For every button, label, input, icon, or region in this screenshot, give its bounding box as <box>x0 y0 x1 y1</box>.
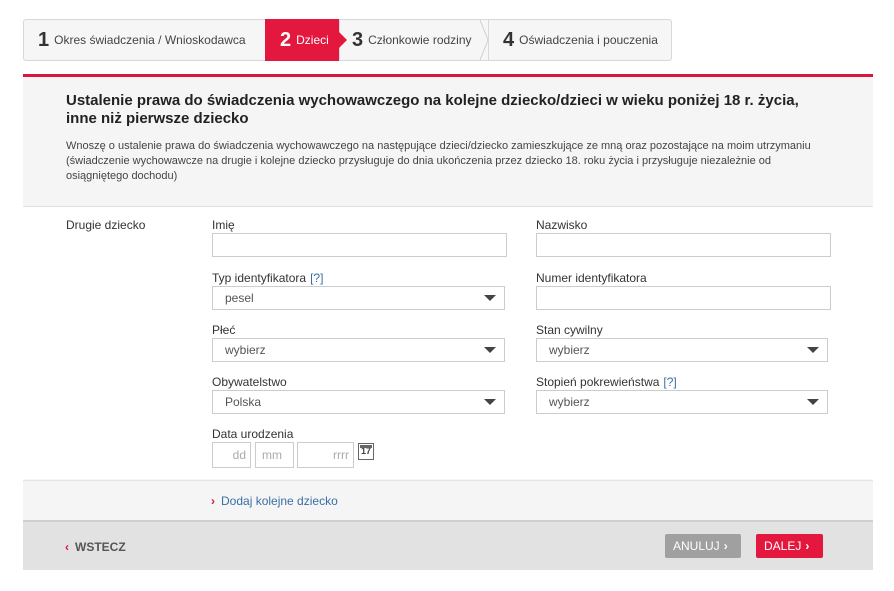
footer-bar: ‹ WSTECZ ANULUJ › DALEJ › <box>23 520 873 570</box>
step-2-active[interactable]: 2 Dzieci <box>265 19 347 61</box>
add-child-link[interactable]: › Dodaj kolejne dziecko <box>211 494 338 508</box>
relation-label: Stopień pokrewieństwa [?] <box>536 375 677 389</box>
relation-help-link[interactable]: [?] <box>663 375 676 389</box>
back-button[interactable]: ‹ WSTECZ <box>65 540 126 554</box>
step-label: Okres świadczenia / Wnioskodawca <box>54 33 246 47</box>
birth-year-input[interactable]: rrrr <box>297 442 354 468</box>
citizenship-value: Polska <box>225 395 262 409</box>
dropdown-arrow-icon <box>480 287 504 309</box>
page-description: Wnoszę o ustalenie prawa do świadczenia … <box>66 140 811 182</box>
calendar-icon[interactable]: 17 <box>358 443 374 460</box>
last-name-input[interactable] <box>536 233 831 257</box>
dropdown-arrow-icon <box>803 391 827 413</box>
wizard-steps: 1 Okres świadczenia / Wnioskodawca 2 Dzi… <box>23 19 672 63</box>
id-type-label: Typ identyfikatora [?] <box>212 271 323 285</box>
step-label: Członkowie rodziny <box>368 33 472 47</box>
main-panel: Ustalenie prawa do świadczenia wychowawc… <box>23 77 873 570</box>
step-number: 4 <box>503 28 515 51</box>
section-header: Ustalenie prawa do świadczenia wychowawc… <box>23 77 873 207</box>
step-number: 1 <box>38 28 50 51</box>
id-type-select[interactable]: pesel <box>212 286 505 310</box>
step-1[interactable]: 1 Okres świadczenia / Wnioskodawca <box>23 19 265 61</box>
citizenship-select[interactable]: Polska <box>212 390 505 414</box>
sex-value: wybierz <box>225 343 266 357</box>
id-type-label-text: Typ identyfikatora <box>212 271 307 285</box>
cancel-label: ANULUJ <box>673 539 720 553</box>
next-button[interactable]: DALEJ › <box>756 534 823 558</box>
last-name-label: Nazwisko <box>536 218 588 232</box>
first-name-input[interactable] <box>212 233 507 257</box>
id-number-label: Numer identyfikatora <box>536 271 647 285</box>
add-child-row: › Dodaj kolejne dziecko <box>23 480 873 521</box>
dropdown-arrow-icon <box>803 339 827 361</box>
sex-label: Płeć <box>212 323 236 337</box>
child-form: Drugie dziecko Imię Nazwisko Typ identyf… <box>23 207 873 479</box>
step-label: Oświadczenia i pouczenia <box>519 33 658 47</box>
step-label: Dzieci <box>296 33 329 47</box>
chevron-left-icon: ‹ <box>65 540 69 554</box>
chevron-right-icon: › <box>211 494 215 508</box>
marital-select[interactable]: wybierz <box>536 338 828 362</box>
marital-value: wybierz <box>549 343 590 357</box>
birth-month-input[interactable]: mm <box>255 442 294 468</box>
back-label: WSTECZ <box>75 540 126 554</box>
id-type-value: pesel <box>225 291 254 305</box>
birthdate-label: Data urodzenia <box>212 427 294 441</box>
id-type-help-link[interactable]: [?] <box>310 271 323 285</box>
step-4[interactable]: 4 Oświadczenia i pouczenia <box>488 19 672 61</box>
sex-select[interactable]: wybierz <box>212 338 505 362</box>
citizenship-label: Obywatelstwo <box>212 375 287 389</box>
chevron-right-icon: › <box>723 539 728 553</box>
page-title: Ustalenie prawa do świadczenia wychowawc… <box>66 92 799 127</box>
next-label: DALEJ <box>764 539 802 553</box>
birth-day-input[interactable]: dd <box>212 442 251 468</box>
dropdown-arrow-icon <box>480 339 504 361</box>
relation-value: wybierz <box>549 395 590 409</box>
step-arrow-icon <box>339 32 347 48</box>
marital-label: Stan cywilny <box>536 323 603 337</box>
cancel-button[interactable]: ANULUJ › <box>665 534 741 558</box>
relation-label-text: Stopień pokrewieństwa <box>536 375 660 389</box>
child-heading: Drugie dziecko <box>66 218 146 232</box>
first-name-label: Imię <box>212 218 235 232</box>
step-number: 3 <box>352 28 364 51</box>
dropdown-arrow-icon <box>480 391 504 413</box>
step-3[interactable]: 3 Członkowie rodziny <box>339 19 489 61</box>
chevron-right-icon: › <box>805 539 810 553</box>
add-child-label: Dodaj kolejne dziecko <box>221 494 338 508</box>
relation-select[interactable]: wybierz <box>536 390 828 414</box>
id-number-input[interactable] <box>536 286 831 310</box>
step-number: 2 <box>280 28 292 51</box>
